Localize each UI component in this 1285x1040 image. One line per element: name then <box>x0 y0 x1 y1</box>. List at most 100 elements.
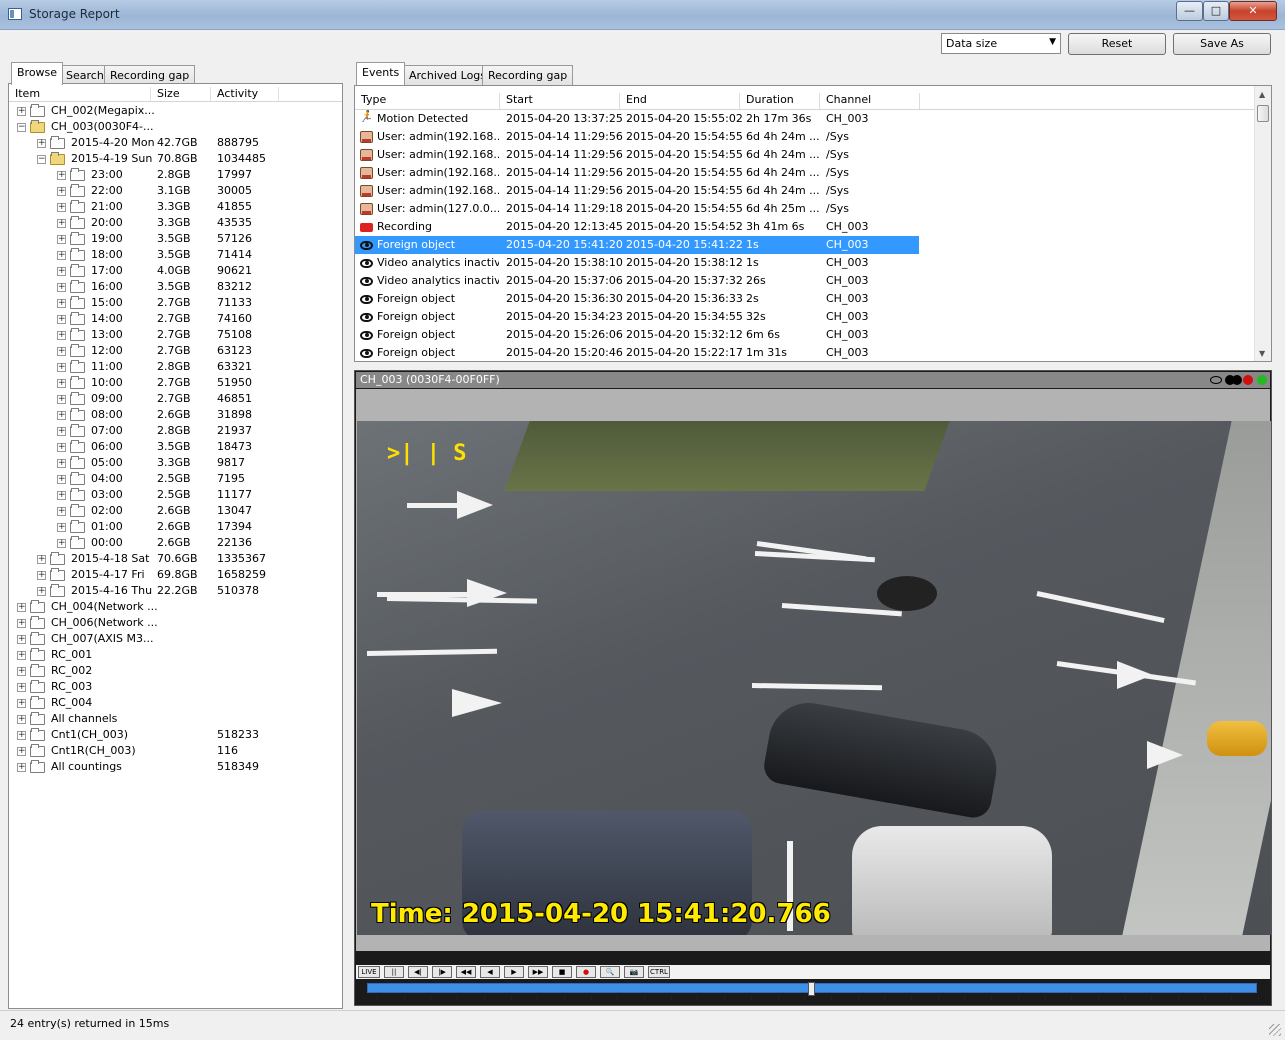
event-row[interactable]: User: admin(192.168.... 2015-04-14 11:29:… <box>355 164 1255 182</box>
scroll-down-icon[interactable]: ▼ <box>1259 349 1265 358</box>
expand-icon[interactable]: + <box>57 379 66 388</box>
events-table[interactable]: Type Start End Duration Channel 🏃 Motion … <box>354 85 1272 362</box>
expand-icon[interactable]: + <box>57 219 66 228</box>
expand-icon[interactable]: + <box>57 459 66 468</box>
tree-row[interactable]: +07:00 2.8GB 21937 <box>9 423 342 439</box>
expand-icon[interactable]: + <box>57 347 66 356</box>
col-type[interactable]: Type <box>355 93 500 109</box>
col-start[interactable]: Start <box>500 93 620 109</box>
resize-grip-icon[interactable] <box>1269 1024 1281 1036</box>
expand-icon[interactable]: + <box>17 651 26 660</box>
tree-row[interactable]: +17:00 4.0GB 90621 <box>9 263 342 279</box>
event-row[interactable]: Video analytics inactive 2015-04-20 15:38… <box>355 254 1255 272</box>
timeline-knob[interactable] <box>808 982 815 996</box>
expand-icon[interactable]: + <box>57 187 66 196</box>
expand-icon[interactable]: + <box>57 395 66 404</box>
tree-row[interactable]: +15:00 2.7GB 71133 <box>9 295 342 311</box>
stop-button[interactable]: ■ <box>552 966 572 978</box>
tree-row[interactable]: + CH_004(Network ... <box>9 599 342 615</box>
event-row[interactable]: User: admin(192.168.... 2015-04-14 11:29:… <box>355 146 1255 164</box>
event-row[interactable]: Foreign object 2015-04-20 15:36:30 2015-04… <box>355 290 1255 308</box>
tree-row[interactable]: +20:00 3.3GB 43535 <box>9 215 342 231</box>
tree-row[interactable]: +03:00 2.5GB 11177 <box>9 487 342 503</box>
expand-icon[interactable]: + <box>17 731 26 740</box>
step-forward-button[interactable]: |▶ <box>432 966 452 978</box>
tree-row[interactable]: +16:00 3.5GB 83212 <box>9 279 342 295</box>
rewind-button[interactable]: ◀ <box>480 966 500 978</box>
live-dot-icon[interactable] <box>1257 375 1267 385</box>
tree-row[interactable]: +23:00 2.8GB 17997 <box>9 167 342 183</box>
col-item[interactable]: Item <box>9 87 151 101</box>
tree-row[interactable]: +2015-4-16 Thu 22.2GB 510378 <box>9 583 342 599</box>
tree-row[interactable]: +08:00 2.6GB 31898 <box>9 407 342 423</box>
close-button[interactable]: ✕ <box>1229 1 1277 21</box>
expand-icon[interactable]: + <box>37 571 46 580</box>
tree-row[interactable]: +06:00 3.5GB 18473 <box>9 439 342 455</box>
timeline-slider[interactable] <box>367 982 1257 996</box>
minimize-button[interactable]: — <box>1176 1 1203 21</box>
col-activity[interactable]: Activity <box>211 87 279 101</box>
expand-icon[interactable]: + <box>57 475 66 484</box>
video-frame[interactable]: >| | S Time: 2015-04-20 15:41:20.766 <box>357 421 1271 935</box>
expand-icon[interactable]: + <box>17 667 26 676</box>
tree-row[interactable]: + Cnt1R(CH_003) 116 <box>9 743 342 759</box>
event-row[interactable]: Foreign object 2015-04-20 15:26:06 2015-04… <box>355 326 1255 344</box>
expand-icon[interactable]: + <box>57 203 66 212</box>
tree-row[interactable]: + RC_003 <box>9 679 342 695</box>
col-end[interactable]: End <box>620 93 740 109</box>
tree-row[interactable]: + RC_002 <box>9 663 342 679</box>
expand-icon[interactable]: + <box>57 235 66 244</box>
tab-recording-gap[interactable]: Recording gap <box>104 65 196 85</box>
tree-row[interactable]: +2015-4-17 Fri 69.8GB 1658259 <box>9 567 342 583</box>
tree-row[interactable]: +13:00 2.7GB 75108 <box>9 327 342 343</box>
tree-row[interactable]: + CH_007(AXIS M3... <box>9 631 342 647</box>
event-row[interactable]: Video analytics inactive 2015-04-20 15:37… <box>355 272 1255 290</box>
collapse-icon[interactable]: − <box>37 155 46 164</box>
storage-tree[interactable]: Item Size Activity + CH_002(Megapix... − CH… <box>8 83 343 1009</box>
col-channel[interactable]: Channel <box>820 93 920 109</box>
play-button[interactable]: ▶ <box>504 966 524 978</box>
save-as-button[interactable]: Save As <box>1173 33 1271 55</box>
scroll-up-icon[interactable]: ▲ <box>1259 90 1265 99</box>
expand-icon[interactable]: + <box>17 635 26 644</box>
expand-icon[interactable]: + <box>17 747 26 756</box>
event-row[interactable]: User: admin(192.168.... 2015-04-14 11:29:… <box>355 128 1255 146</box>
live-button[interactable]: LIVE <box>358 966 380 978</box>
tree-row[interactable]: +01:00 2.6GB 17394 <box>9 519 342 535</box>
reset-button[interactable]: Reset <box>1068 33 1166 55</box>
event-row[interactable]: Foreign object 2015-04-20 15:20:46 2015-04… <box>355 344 1255 361</box>
tree-row[interactable]: +00:00 2.6GB 22136 <box>9 535 342 551</box>
expand-icon[interactable]: + <box>17 699 26 708</box>
step-back-button[interactable]: ◀| <box>408 966 428 978</box>
record-dot-icon[interactable] <box>1243 375 1253 385</box>
expand-icon[interactable]: + <box>17 715 26 724</box>
tree-row[interactable]: + All channels <box>9 711 342 727</box>
expand-icon[interactable]: + <box>17 107 26 116</box>
expand-icon[interactable]: + <box>37 587 46 596</box>
expand-icon[interactable]: + <box>17 619 26 628</box>
expand-icon[interactable]: + <box>57 251 66 260</box>
tree-row[interactable]: +04:00 2.5GB 7195 <box>9 471 342 487</box>
tree-row[interactable]: +21:00 3.3GB 41855 <box>9 199 342 215</box>
event-row[interactable]: Recording 2015-04-20 12:13:45 2015-04-20 1… <box>355 218 1255 236</box>
expand-icon[interactable]: + <box>57 331 66 340</box>
tree-row[interactable]: + CH_006(Network ... <box>9 615 342 631</box>
expand-icon[interactable]: + <box>37 139 46 148</box>
event-row[interactable]: User: admin(127.0.0.... 2015-04-14 11:29:… <box>355 200 1255 218</box>
expand-icon[interactable]: + <box>17 763 26 772</box>
expand-icon[interactable]: + <box>57 267 66 276</box>
expand-icon[interactable]: + <box>57 523 66 532</box>
col-size[interactable]: Size <box>151 87 211 101</box>
record-button[interactable]: ● <box>576 966 596 978</box>
tree-row[interactable]: +18:00 3.5GB 71414 <box>9 247 342 263</box>
expand-icon[interactable]: + <box>57 539 66 548</box>
expand-icon[interactable]: + <box>57 411 66 420</box>
tree-row[interactable]: +22:00 3.1GB 30005 <box>9 183 342 199</box>
tree-row[interactable]: + CH_002(Megapix... <box>9 103 342 119</box>
expand-icon[interactable]: + <box>57 315 66 324</box>
expand-icon[interactable]: + <box>57 363 66 372</box>
tree-row[interactable]: +02:00 2.6GB 13047 <box>9 503 342 519</box>
tree-row[interactable]: +11:00 2.8GB 63321 <box>9 359 342 375</box>
event-row[interactable]: Foreign object 2015-04-20 15:41:20 2015-04… <box>355 236 919 254</box>
tree-row[interactable]: +2015-4-18 Sat 70.6GB 1335367 <box>9 551 342 567</box>
